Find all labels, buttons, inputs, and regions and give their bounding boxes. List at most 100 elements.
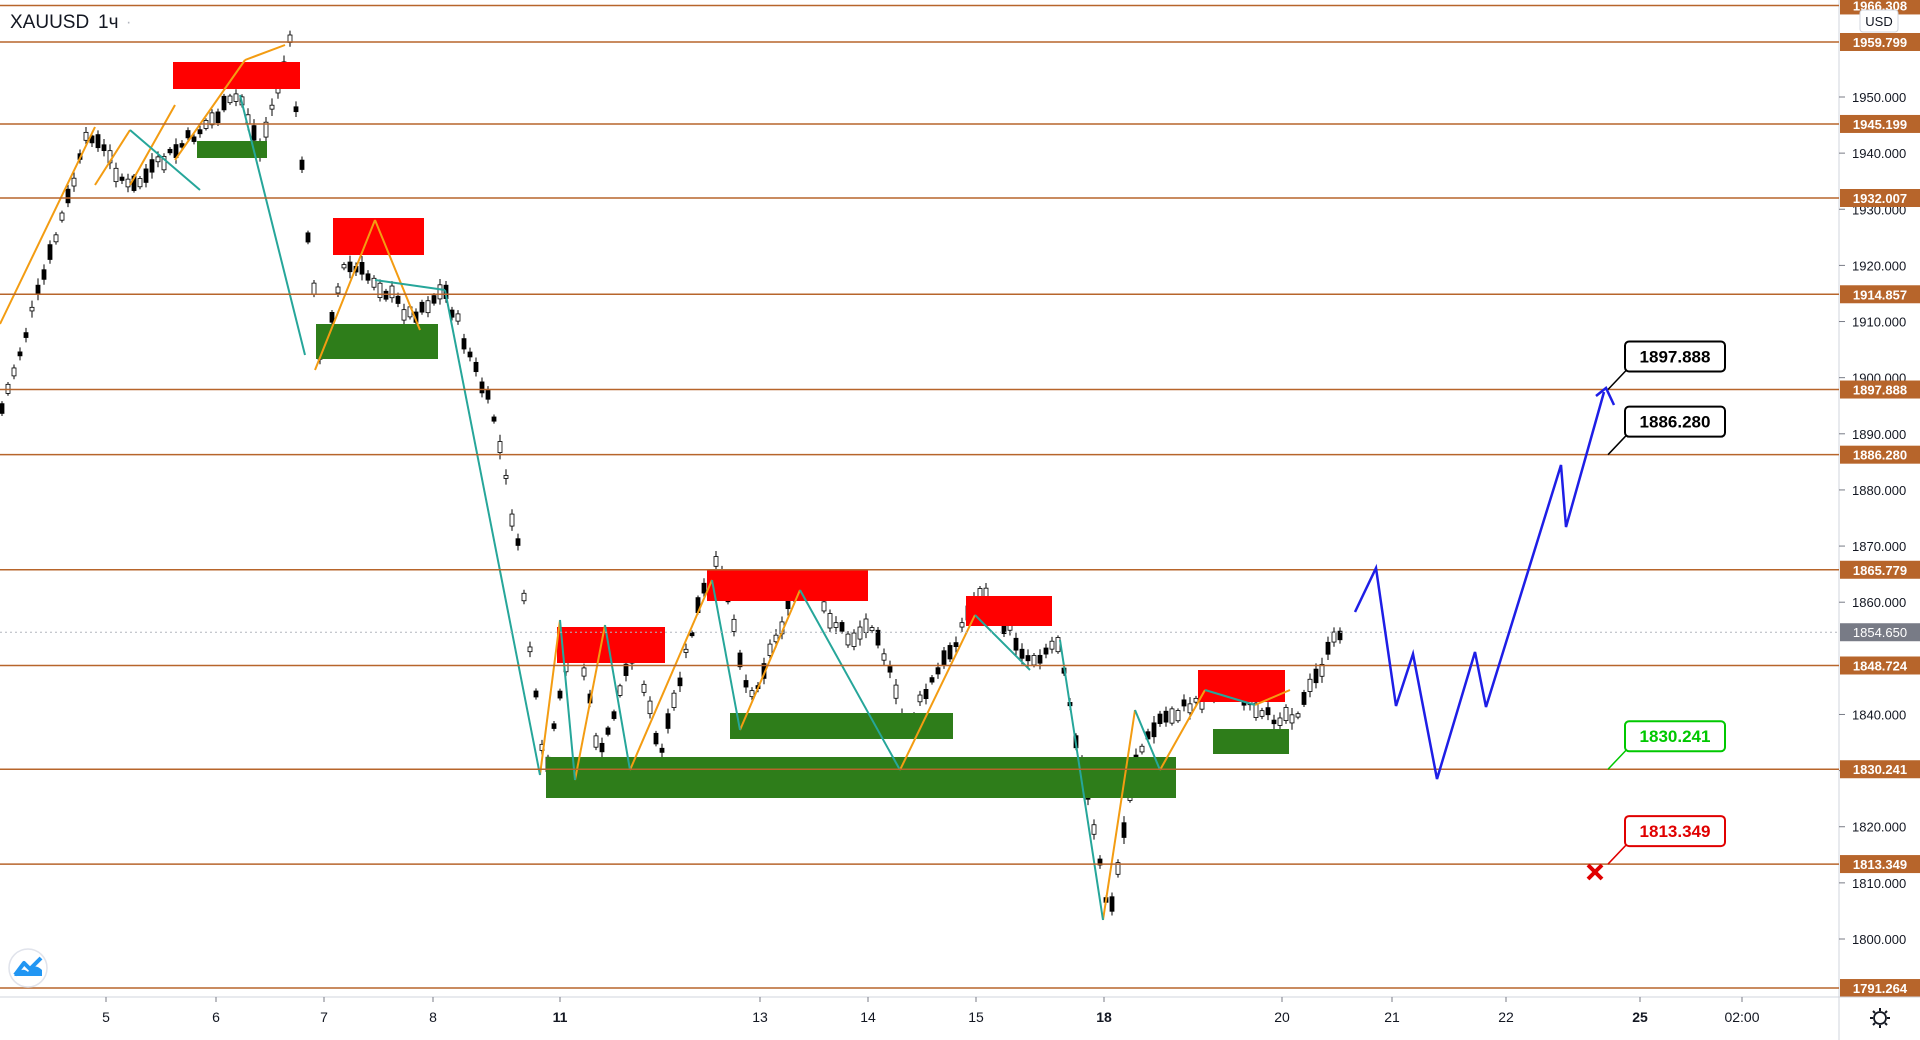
price-tick-label: 1840.000 — [1852, 707, 1906, 722]
candle-body — [389, 285, 395, 299]
tradingview-logo-icon[interactable] — [8, 948, 48, 988]
candle-body — [1139, 745, 1145, 753]
candle-body — [1265, 707, 1271, 716]
candle-body — [929, 677, 935, 683]
price-tick-label: 1820.000 — [1852, 820, 1906, 835]
level-label: 1813.349 — [1853, 857, 1907, 872]
callouts-layer[interactable]: 1897.888 1886.280 1830.241 1813.349 — [1607, 340, 1726, 865]
candle-body — [65, 188, 71, 204]
candle-body — [425, 300, 431, 314]
forecast-path — [1353, 391, 1606, 780]
candle-body — [1181, 699, 1187, 707]
candle-body — [665, 713, 671, 729]
level-label: 1848.724 — [1853, 658, 1908, 673]
callout-label: 1830.241 — [1640, 727, 1711, 746]
callout-label: 1813.349 — [1640, 822, 1711, 841]
candle-body — [917, 694, 923, 703]
candle-body — [1157, 713, 1163, 724]
candle-body — [59, 212, 65, 221]
time-axis[interactable]: 5 6 7 8 11 13 14 15 18 20 21 22 25 02:00 — [102, 997, 1760, 1025]
supply-zone — [173, 62, 300, 89]
candle-body — [1151, 722, 1157, 738]
candle-body — [1019, 648, 1025, 659]
candle-body — [503, 475, 509, 479]
time-tick-label: 14 — [860, 1009, 876, 1025]
candle-body — [1307, 678, 1313, 692]
level-label: 1865.779 — [1853, 563, 1907, 578]
candle-body — [1259, 710, 1265, 717]
candle-body — [671, 692, 677, 708]
candle-body — [191, 136, 197, 142]
candle-body — [653, 732, 659, 745]
callout-pointer — [1607, 369, 1628, 391]
demand-zone — [1213, 729, 1289, 754]
candle-body — [335, 286, 341, 294]
candle-body — [1301, 692, 1307, 705]
candle-body — [611, 711, 617, 719]
candle-body — [437, 284, 443, 300]
candle-body — [533, 690, 539, 698]
candle-body — [767, 643, 773, 656]
candle-body — [1091, 824, 1097, 835]
candle-body — [233, 93, 239, 102]
symbol-label: XAUUSD — [10, 12, 89, 33]
candle-body — [1025, 655, 1031, 662]
candle-body — [293, 106, 299, 113]
candle-body — [923, 689, 929, 700]
price-axis[interactable]: 1950.0001940.0001930.0001920.0001910.000… — [1839, 0, 1920, 998]
zigzag-up-leg — [629, 579, 713, 771]
candle-body — [1325, 641, 1331, 655]
zigzag-up-leg — [1102, 709, 1136, 921]
callout-label: 1886.280 — [1640, 413, 1711, 432]
candle-body — [869, 627, 875, 632]
candle-body — [83, 131, 89, 141]
candle-body — [329, 312, 335, 323]
level-label: 1932.007 — [1853, 191, 1907, 206]
candle-body — [143, 168, 149, 183]
candle-body — [215, 111, 221, 124]
candle-body — [311, 282, 317, 295]
candle-body — [35, 284, 41, 294]
candle-body — [491, 416, 497, 422]
time-tick-label: 5 — [102, 1009, 110, 1025]
zigzag-down-leg — [799, 589, 901, 771]
candle-body — [689, 632, 695, 637]
interval-label: 1ч — [98, 12, 118, 33]
price-tick-label: 1800.000 — [1852, 932, 1906, 947]
candle-body — [71, 177, 77, 187]
chart-canvas[interactable]: 1950.0001940.0001930.0001920.0001910.000… — [0, 0, 1920, 1040]
candle-body — [17, 351, 23, 357]
candle-body — [935, 667, 941, 675]
header-separator: · — [126, 14, 131, 31]
supply-zone — [707, 569, 868, 601]
candle-body — [509, 513, 515, 527]
level-label: 1945.199 — [1853, 117, 1907, 132]
candle-body — [887, 666, 893, 673]
price-tick-label: 1910.000 — [1852, 315, 1906, 330]
current-price-label: 1854.650 — [1853, 625, 1907, 640]
candle-body — [1331, 631, 1337, 643]
candle-body — [1187, 703, 1193, 714]
candle-body — [1277, 717, 1283, 726]
candle-body — [359, 262, 365, 275]
candle-body — [527, 646, 533, 653]
candle-body — [953, 642, 959, 648]
candle-body — [473, 361, 479, 373]
candle-body — [119, 176, 125, 181]
price-tick-label: 1890.000 — [1852, 427, 1906, 442]
time-tick-label: 25 — [1632, 1009, 1648, 1025]
candle-body — [617, 685, 623, 696]
level-label: 1886.280 — [1853, 448, 1907, 463]
candle-body — [485, 389, 491, 400]
price-tick-label: 1940.000 — [1852, 146, 1906, 161]
time-tick-label: 6 — [212, 1009, 220, 1025]
candle-body — [1169, 708, 1175, 724]
candle-body — [1313, 668, 1319, 684]
candle-body — [419, 301, 425, 313]
currency-badge[interactable]: USD — [1859, 9, 1899, 33]
candle-body — [53, 234, 59, 243]
candle-body — [155, 156, 161, 163]
candle-body — [209, 112, 215, 126]
gear-icon[interactable] — [1870, 1008, 1890, 1028]
candle-body — [827, 613, 833, 629]
